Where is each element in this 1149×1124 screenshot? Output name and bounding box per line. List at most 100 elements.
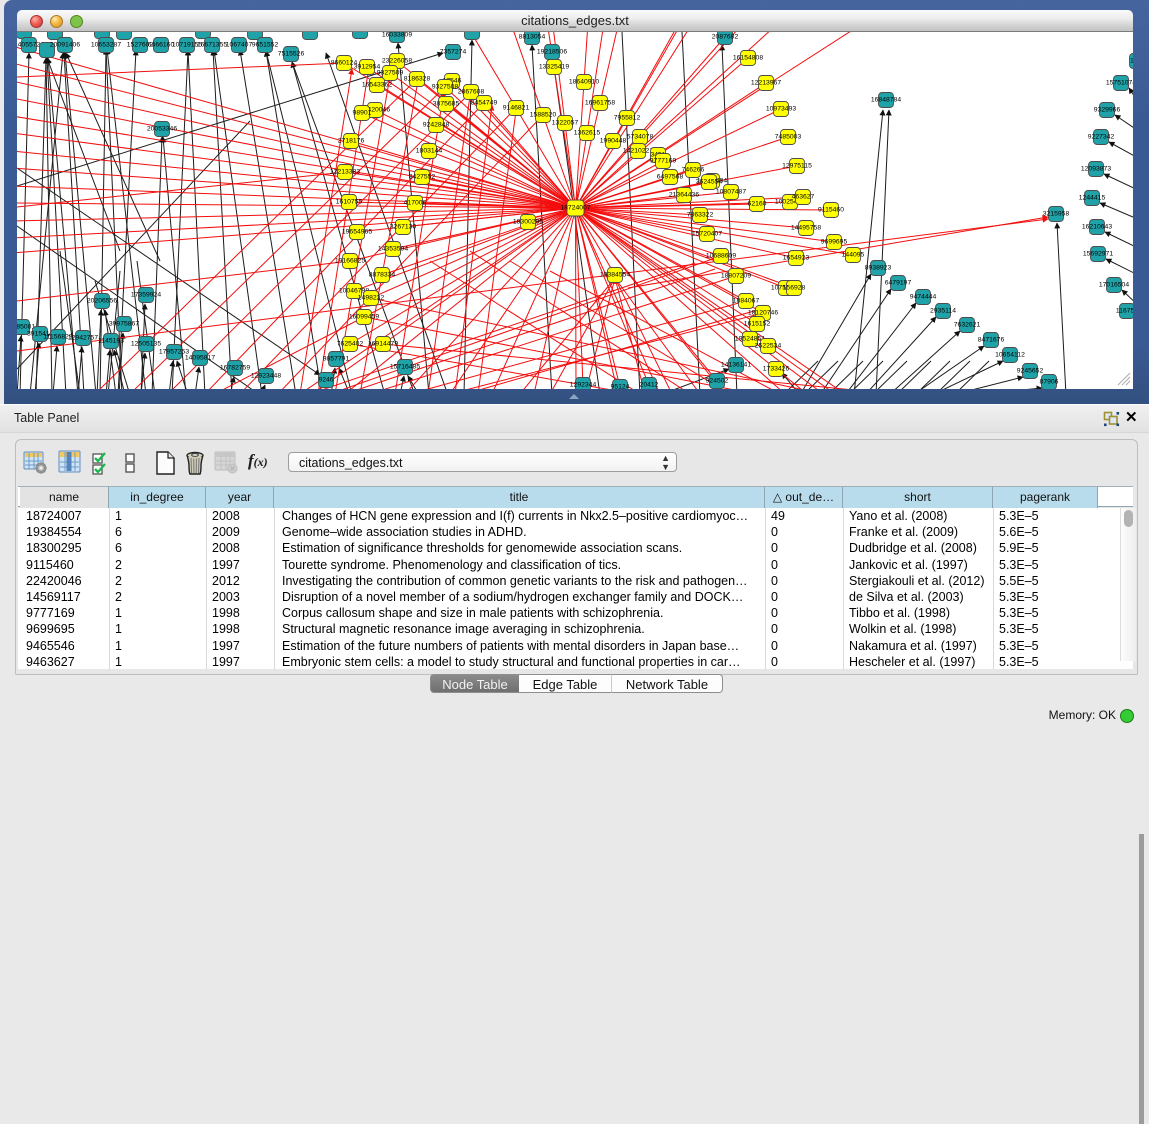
svg-text:6479197: 6479197	[885, 280, 912, 287]
svg-text:7632621: 7632621	[954, 322, 981, 329]
svg-text:12923448: 12923448	[251, 373, 281, 380]
svg-text:1292344: 1292344	[570, 382, 597, 389]
svg-text:10688609: 10688609	[706, 253, 736, 260]
svg-text:3624554: 3624554	[696, 179, 723, 186]
svg-text:1145193: 1145193	[98, 338, 124, 345]
svg-text:1654923: 1654923	[783, 255, 810, 262]
svg-text:9327508: 9327508	[432, 84, 459, 91]
svg-text:5734078: 5734078	[627, 134, 654, 141]
svg-text:18120746: 18120746	[748, 310, 778, 317]
svg-text:20091406: 20091406	[50, 42, 80, 49]
svg-text:20206556: 20206556	[87, 298, 117, 305]
svg-text:156928: 156928	[783, 285, 806, 292]
svg-text:12213967: 12213967	[751, 80, 781, 87]
svg-text:2087682: 2087682	[712, 34, 739, 41]
svg-text:21364436: 21364436	[669, 192, 699, 199]
svg-text:10653287: 10653287	[91, 42, 121, 49]
svg-text:7515526: 7515526	[278, 51, 305, 58]
svg-text:10807487: 10807487	[716, 189, 746, 196]
svg-text:6466160: 6466160	[148, 42, 175, 49]
svg-text:19654965: 19654965	[342, 229, 372, 236]
svg-text:9327509: 9327509	[377, 70, 404, 77]
svg-text:9699695: 9699695	[821, 239, 848, 246]
svg-text:3215958: 3215958	[1043, 211, 1070, 218]
svg-text:15692971: 15692971	[1083, 251, 1113, 258]
svg-text:1615152: 1615152	[744, 321, 771, 328]
svg-text:9474444: 9474444	[910, 294, 937, 301]
svg-text:8878334: 8878334	[369, 272, 396, 279]
svg-text:12505135: 12505135	[131, 341, 161, 348]
svg-text:1884067: 1884067	[733, 298, 760, 305]
svg-text:18300295: 18300295	[513, 219, 543, 226]
svg-text:14136141: 14136141	[721, 362, 751, 369]
svg-text:9146821: 9146821	[503, 105, 530, 112]
svg-text:8471676: 8471676	[978, 337, 1005, 344]
svg-text:7863322: 7863322	[687, 212, 714, 219]
svg-text:7485003: 7485003	[775, 134, 802, 141]
svg-text:16914479: 16914479	[368, 341, 398, 348]
svg-text:7955812: 7955812	[614, 115, 641, 122]
svg-text:9777169: 9777169	[650, 158, 677, 165]
svg-text:14353594: 14353594	[378, 246, 408, 253]
svg-text:1733426: 1733426	[763, 366, 790, 373]
svg-text:8186328: 8186328	[404, 76, 431, 83]
svg-text:98901: 98901	[353, 110, 372, 117]
svg-text:9329966: 9329966	[1094, 107, 1121, 114]
svg-text:15720407: 15720407	[692, 231, 722, 238]
svg-text:9242848: 9242848	[423, 122, 450, 129]
svg-text:19218506: 19218506	[537, 49, 567, 56]
svg-text:18807209: 18807209	[721, 273, 751, 280]
svg-text:13325419: 13325419	[539, 64, 569, 71]
svg-text:15751074: 15751074	[1106, 80, 1133, 87]
svg-text:7357274: 7357274	[440, 49, 467, 56]
svg-text:14095817: 14095817	[185, 355, 215, 362]
svg-text:12975115: 12975115	[782, 163, 812, 170]
svg-text:8454749: 8454749	[471, 100, 498, 107]
svg-text:1990448: 1990448	[600, 138, 627, 145]
svg-text:463627: 463627	[792, 194, 815, 201]
svg-text:14210221: 14210221	[623, 148, 653, 155]
svg-text:8813054: 8813054	[519, 34, 546, 41]
svg-text:144095: 144095	[842, 252, 865, 259]
svg-text:9857791: 9857791	[323, 356, 350, 363]
svg-text:19166825: 19166825	[335, 258, 365, 265]
svg-text:23226058: 23226058	[382, 58, 412, 65]
svg-text:17359924: 17359924	[131, 292, 161, 299]
svg-text:12213383: 12213383	[330, 169, 360, 176]
svg-text:16961758: 16961758	[585, 100, 615, 107]
svg-text:16848784: 16848784	[871, 97, 901, 104]
svg-text:2867608: 2867608	[458, 89, 485, 96]
svg-text:1112: 1112	[1130, 58, 1133, 65]
svg-text:1498222: 1498222	[358, 295, 385, 302]
svg-text:95124: 95124	[611, 384, 630, 390]
svg-text:8938923: 8938923	[865, 265, 892, 272]
svg-text:417006: 417006	[404, 200, 427, 207]
svg-text:18724007: 18724007	[560, 205, 590, 212]
svg-text:9246: 9246	[318, 377, 333, 384]
svg-text:1803144: 1803144	[416, 148, 443, 155]
svg-text:62160: 62160	[748, 201, 767, 208]
svg-text:17016504: 17016504	[1099, 282, 1129, 289]
svg-text:9115460: 9115460	[818, 207, 844, 214]
svg-text:1067407: 1067407	[226, 42, 253, 49]
svg-text:924502: 924502	[706, 378, 729, 385]
svg-text:16154808: 16154808	[733, 55, 763, 62]
svg-text:19384554: 19384554	[600, 272, 630, 279]
svg-text:15716485: 15716485	[390, 364, 420, 371]
svg-text:116753: 116753	[1116, 308, 1133, 315]
svg-text:2935114: 2935114	[930, 308, 956, 315]
svg-text:746266: 746266	[682, 167, 705, 174]
svg-text:2718176: 2718176	[338, 138, 365, 145]
svg-text:20053346: 20053346	[147, 126, 177, 133]
svg-text:16210643: 16210643	[1082, 224, 1112, 231]
svg-text:9651552: 9651552	[252, 42, 279, 49]
svg-text:16671355: 16671355	[197, 42, 227, 49]
svg-text:1610755: 1610755	[336, 199, 363, 206]
svg-text:1588520: 1588520	[530, 112, 557, 119]
svg-text:20412: 20412	[640, 382, 659, 389]
svg-text:9245652: 9245652	[1017, 368, 1044, 375]
svg-text:1244415: 1244415	[1079, 195, 1106, 202]
svg-text:87906: 87906	[1040, 379, 1059, 386]
svg-text:3875685: 3875685	[433, 101, 460, 108]
svg-text:16543362: 16543362	[362, 82, 392, 89]
